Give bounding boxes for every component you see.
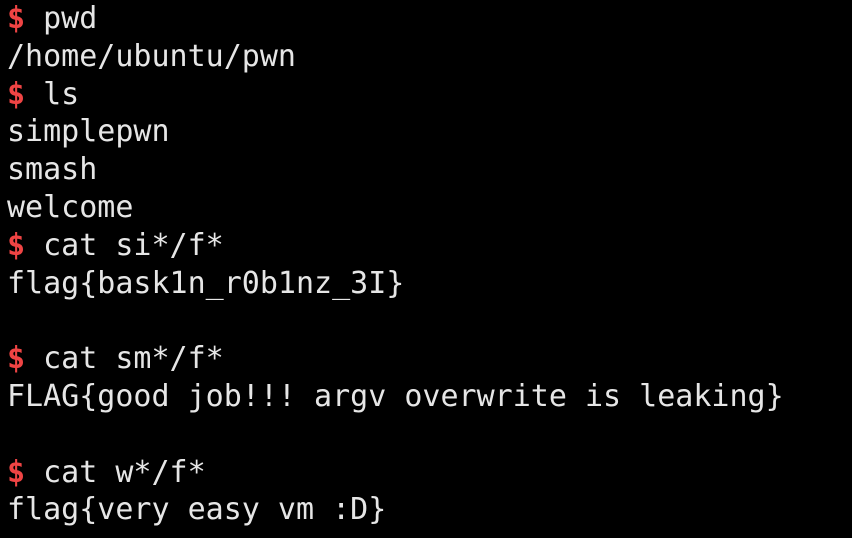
output-line: flag{very easy vm :D} bbox=[7, 492, 387, 528]
output-line: flag{bask1n_r0b1nz_3I} bbox=[7, 265, 405, 301]
command-text: cat si*/f* bbox=[25, 227, 224, 263]
output-line: FLAG{good job!!! argv overwrite is leaki… bbox=[7, 378, 784, 414]
command-text: pwd bbox=[25, 1, 98, 36]
command-text: ls bbox=[25, 76, 80, 112]
output-line: simplepwn bbox=[7, 114, 170, 150]
command-text: cat w*/f* bbox=[25, 454, 206, 490]
command-line-cat-welcome: $ cat w*/f* bbox=[7, 454, 852, 492]
command-line-pwd: $ pwd bbox=[7, 0, 852, 38]
output-line: smash bbox=[7, 152, 98, 188]
prompt-symbol: $ bbox=[7, 1, 26, 36]
command-text: cat sm*/f* bbox=[25, 341, 224, 377]
prompt-symbol: $ bbox=[7, 341, 26, 377]
command-line-ls: $ ls bbox=[7, 76, 852, 114]
output-line: /home/ubuntu/pwn bbox=[7, 38, 296, 74]
prompt-symbol: $ bbox=[7, 454, 26, 490]
command-line-cat-simplepwn: $ cat si*/f* bbox=[7, 227, 852, 265]
output-line: welcome bbox=[7, 189, 134, 225]
prompt-symbol: $ bbox=[7, 227, 26, 263]
command-line-cat-smash: $ cat sm*/f* bbox=[7, 340, 852, 378]
terminal-window[interactable]: $ pwd /home/ubuntu/pwn $ ls simplepwn sm… bbox=[0, 0, 852, 538]
prompt-symbol: $ bbox=[7, 76, 26, 112]
